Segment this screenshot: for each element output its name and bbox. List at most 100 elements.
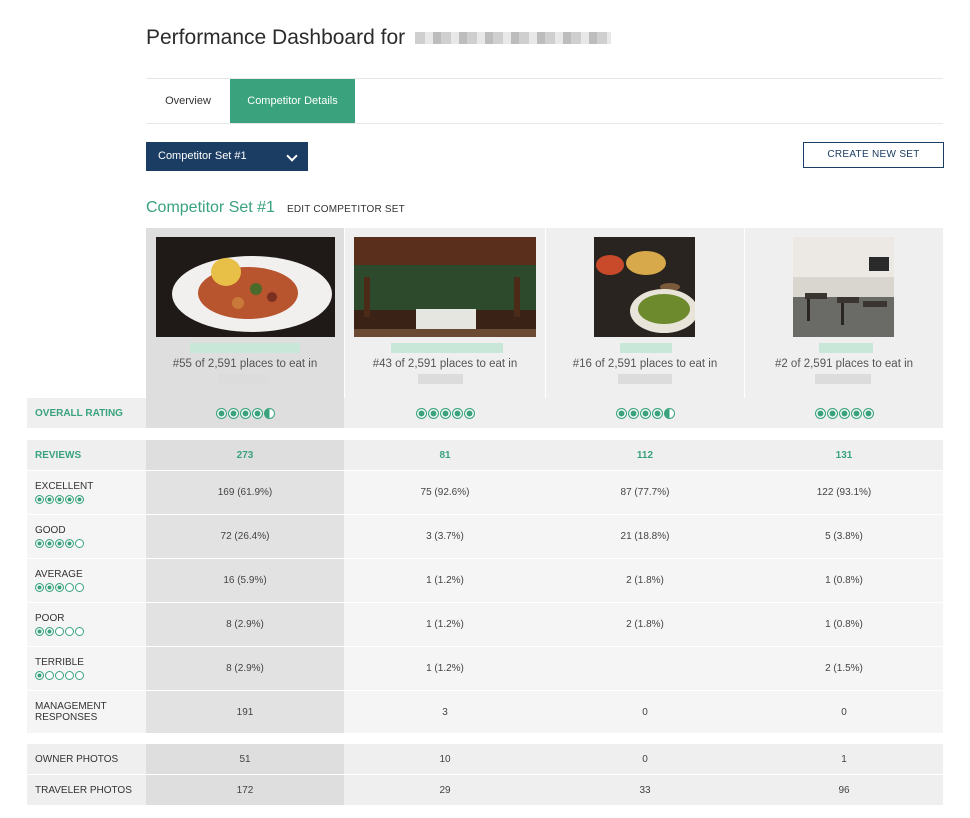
- competitor-set-title: Competitor Set #1: [146, 199, 275, 216]
- bubble-icon: [55, 495, 64, 504]
- bubble-icon: [35, 583, 44, 592]
- traveler-photos-row: TRAVELER PHOTOS 172 29 33 96: [27, 775, 943, 805]
- poor-row: POOR 8 (2.9%) 1 (1.2%) 2 (1.8%) 1 (0.8%): [27, 603, 943, 646]
- poor-value: 2 (1.8%): [626, 619, 664, 630]
- rating-bubbles-icon: [215, 407, 275, 419]
- page-title: Performance Dashboard for: [146, 26, 611, 50]
- competitor-column-4: #2 of 2,591 places to eat in: [745, 228, 943, 398]
- good-label-text: GOOD: [35, 525, 66, 536]
- bubble-icon: [55, 539, 64, 548]
- four-bubbles-icon: [35, 539, 146, 548]
- blurred-restaurant-name: [819, 343, 873, 353]
- bubble-icon: [639, 407, 651, 419]
- bubble-icon: [651, 407, 663, 419]
- chevron-down-icon: [286, 150, 298, 162]
- reviews-count: 112: [636, 449, 654, 461]
- bubble-icon: [263, 407, 275, 419]
- three-bubbles-icon: [35, 583, 146, 592]
- tab-bar: Overview Competitor Details: [146, 78, 943, 124]
- rating-bubbles-cell: [345, 398, 545, 428]
- bubble-icon: [451, 407, 463, 419]
- bubble-icon: [75, 495, 84, 504]
- excellent-row: EXCELLENT 169 (61.9%) 75 (92.6%) 87 (77.…: [27, 471, 943, 514]
- excellent-label-text: EXCELLENT: [35, 481, 94, 492]
- good-value: 5 (3.8%): [825, 531, 863, 542]
- competitor-set-select[interactable]: Competitor Set #1: [146, 142, 308, 171]
- five-bubbles-icon: [35, 495, 146, 504]
- excellent-value: 75 (92.6%): [420, 487, 470, 498]
- competitor-column-1: #55 of 2,591 places to eat in: [146, 228, 344, 398]
- terrible-value: [546, 647, 744, 690]
- bubble-icon: [65, 671, 74, 680]
- create-new-set-button[interactable]: CREATE NEW SET: [803, 142, 944, 168]
- bubble-icon: [215, 407, 227, 419]
- competitor-column-2: #43 of 2,591 places to eat in: [345, 228, 545, 398]
- terrible-value: 8 (2.9%): [146, 647, 344, 690]
- redacted-business-name: [414, 32, 611, 45]
- management-value: 3: [442, 706, 448, 718]
- owner-photos-label: OWNER PHOTOS: [35, 753, 119, 765]
- blurred-location: [618, 374, 672, 384]
- bubble-icon: [35, 627, 44, 636]
- good-row: GOOD 72 (26.4%) 3 (3.7%) 21 (18.8%) 5 (3…: [27, 515, 943, 558]
- poor-value: 1 (1.2%): [426, 619, 464, 630]
- poor-label-text: POOR: [35, 613, 65, 624]
- rank-text: #2 of 2,591 places to eat in: [774, 358, 914, 370]
- bubble-icon: [75, 583, 84, 592]
- poor-label: POOR: [27, 603, 146, 646]
- restaurant-photo-1: [156, 237, 335, 337]
- terrible-label-text: TERRIBLE: [35, 657, 84, 668]
- traveler-photos-label: TRAVELER PHOTOS: [35, 784, 132, 796]
- blurred-location: [815, 374, 871, 384]
- blurred-restaurant-name: [391, 343, 503, 353]
- good-value: 3 (3.7%): [426, 531, 464, 542]
- rating-bubbles-icon: [415, 407, 475, 419]
- bubble-icon: [227, 407, 239, 419]
- poor-value: 8 (2.9%): [146, 603, 344, 646]
- bubble-icon: [826, 407, 838, 419]
- terrible-value: 2 (1.5%): [825, 663, 863, 674]
- bubble-icon: [35, 671, 44, 680]
- rank-text: #43 of 2,591 places to eat in: [372, 358, 518, 370]
- owner-photos-value: 1: [841, 753, 847, 765]
- average-value: 2 (1.8%): [626, 575, 664, 586]
- bubble-icon: [415, 407, 427, 419]
- bubble-icon: [814, 407, 826, 419]
- traveler-photos-value: 96: [838, 784, 850, 796]
- terrible-row: TERRIBLE 8 (2.9%) 1 (1.2%) 2 (1.5%): [27, 647, 943, 690]
- bubble-icon: [65, 495, 74, 504]
- traveler-photos-value: 33: [639, 784, 651, 796]
- bubble-icon: [439, 407, 451, 419]
- edit-competitor-set-link[interactable]: EDIT COMPETITOR SET: [287, 204, 405, 215]
- bubble-icon: [850, 407, 862, 419]
- terrible-value: 1 (1.2%): [426, 663, 464, 674]
- excellent-value: 169 (61.9%): [146, 471, 344, 514]
- page-title-text: Performance Dashboard for: [146, 26, 406, 49]
- bubble-icon: [862, 407, 874, 419]
- average-label: AVERAGE: [27, 559, 146, 602]
- bubble-icon: [65, 627, 74, 636]
- bubble-icon: [427, 407, 439, 419]
- bubble-icon: [239, 407, 251, 419]
- overall-rating-row: OVERALL RATING: [27, 398, 943, 428]
- overall-rating-label: OVERALL RATING: [35, 407, 123, 419]
- management-value: 0: [841, 706, 847, 718]
- management-responses-label: MANAGEMENT RESPONSES: [35, 701, 107, 723]
- good-value: 72 (26.4%): [146, 515, 344, 558]
- blurred-location: [418, 374, 463, 384]
- rating-bubbles-cell: [546, 398, 744, 428]
- owner-photos-value: 0: [642, 753, 648, 765]
- bubble-icon: [65, 539, 74, 548]
- rating-bubbles-icon: [814, 407, 874, 419]
- average-row: AVERAGE 16 (5.9%) 1 (1.2%) 2 (1.8%) 1 (0…: [27, 559, 943, 602]
- tab-overview[interactable]: Overview: [146, 79, 230, 123]
- reviews-count: 273: [146, 440, 344, 470]
- bubble-icon: [35, 539, 44, 548]
- excellent-label: EXCELLENT: [27, 471, 146, 514]
- blurred-restaurant-name: [190, 343, 300, 353]
- management-value: 191: [146, 691, 344, 733]
- owner-photos-row: OWNER PHOTOS 51 10 0 1: [27, 744, 943, 774]
- blurred-location: [218, 374, 268, 384]
- traveler-photos-value: 29: [439, 784, 451, 796]
- tab-competitor-details[interactable]: Competitor Details: [230, 79, 355, 123]
